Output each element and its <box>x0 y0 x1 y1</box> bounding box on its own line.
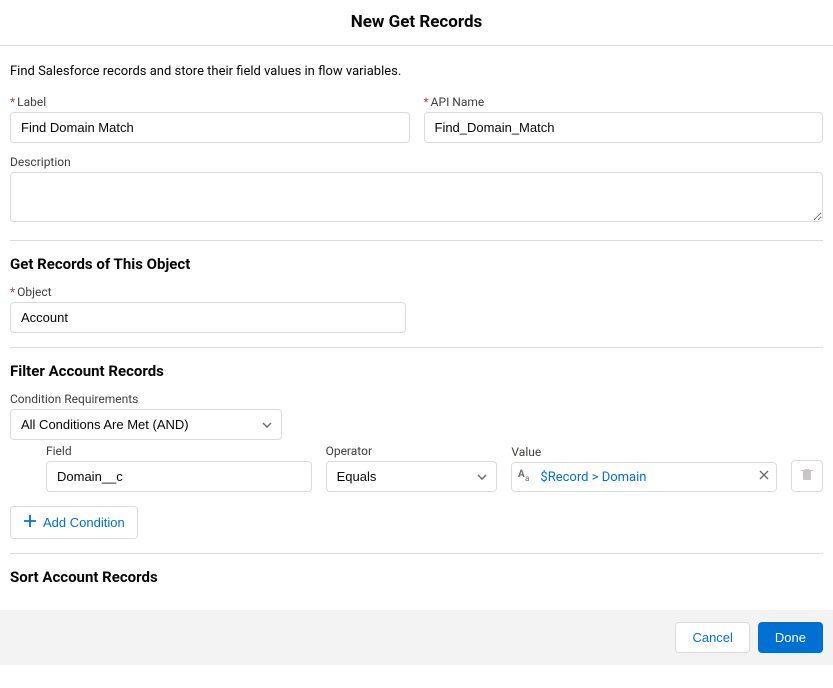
svg-text:A: A <box>518 469 525 480</box>
filter-field-label: Field <box>46 444 312 458</box>
filter-value-input[interactable]: Aa $Record > Domain <box>511 462 777 492</box>
label-input[interactable] <box>10 112 410 143</box>
filter-operator-select[interactable]: Equals <box>326 461 498 492</box>
section-get-records-title: Get Records of This Object <box>10 240 823 285</box>
intro-text: Find Salesforce records and store their … <box>10 64 823 79</box>
cancel-button[interactable]: Cancel <box>675 622 749 653</box>
section-filter-title: Filter Account Records <box>10 347 823 392</box>
add-condition-button[interactable]: Add Condition <box>10 506 138 539</box>
svg-text:a: a <box>525 474 529 483</box>
text-formula-icon: Aa <box>518 467 534 487</box>
trash-icon <box>800 467 814 485</box>
label-field-label: Label <box>10 95 410 109</box>
object-label: Object <box>10 285 823 299</box>
description-label: Description <box>10 155 823 169</box>
page-title: New Get Records <box>0 0 833 45</box>
remove-value-icon[interactable] <box>758 469 770 485</box>
object-input[interactable] <box>10 302 406 333</box>
filter-value-pill: $Record > Domain <box>540 470 646 485</box>
filter-field-input[interactable] <box>46 461 312 492</box>
condition-requirements-label: Condition Requirements <box>10 392 823 406</box>
api-name-label: API Name <box>424 95 824 109</box>
delete-condition-button[interactable] <box>791 460 823 492</box>
plus-icon <box>23 514 37 531</box>
section-sort-title: Sort Account Records <box>10 553 823 598</box>
description-input[interactable] <box>10 172 823 222</box>
done-button[interactable]: Done <box>758 622 823 653</box>
filter-value-label: Value <box>511 445 777 459</box>
footer: Cancel Done <box>0 610 833 665</box>
api-name-input[interactable] <box>424 112 824 143</box>
filter-operator-label: Operator <box>326 444 498 458</box>
condition-requirements-select[interactable]: All Conditions Are Met (AND) <box>10 409 282 440</box>
add-condition-label: Add Condition <box>43 515 125 530</box>
